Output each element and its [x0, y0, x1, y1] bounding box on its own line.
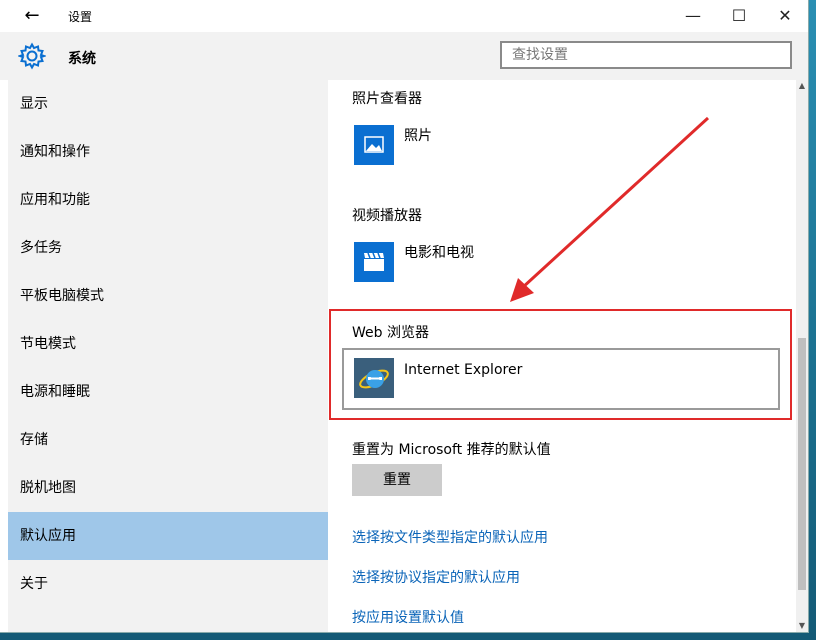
reset-label: 重置为 Microsoft 推荐的默认值 [352, 442, 551, 458]
sidebar-item-notifications[interactable]: 通知和操作 [8, 128, 328, 176]
video-player-label: 视频播放器 [352, 208, 422, 224]
link-set-defaults-by-app[interactable]: 按应用设置默认值 [352, 607, 464, 627]
scroll-down-icon[interactable]: ▼ [796, 620, 808, 632]
sidebar-item-apps-features[interactable]: 应用和功能 [8, 176, 328, 224]
link-default-by-protocol[interactable]: 选择按协议指定的默认应用 [352, 567, 520, 587]
back-arrow-icon[interactable]: ← [18, 6, 46, 26]
page-title: 系统 [68, 51, 96, 67]
photos-app-tile [354, 125, 394, 165]
gear-icon [18, 42, 46, 70]
photos-icon [364, 136, 384, 153]
movies-tv-app-name: 电影和电视 [404, 245, 474, 261]
photo-viewer-label: 照片查看器 [352, 91, 422, 107]
vertical-scrollbar[interactable]: ▲ ▼ [796, 80, 808, 632]
maximize-button[interactable]: ☐ [716, 0, 762, 32]
minimize-button[interactable]: — [670, 0, 716, 32]
annotation-highlight-box [329, 309, 792, 420]
movies-tv-app-tile [354, 242, 394, 282]
close-button[interactable]: ✕ [762, 0, 808, 32]
scroll-up-icon[interactable]: ▲ [796, 80, 808, 92]
sidebar-item-storage[interactable]: 存储 [8, 416, 328, 464]
video-player-app[interactable]: 电影和电视 [352, 242, 552, 286]
sidebar-item-battery-saver[interactable]: 节电模式 [8, 320, 328, 368]
search-input[interactable] [500, 41, 792, 69]
sidebar-item-power-sleep[interactable]: 电源和睡眠 [8, 368, 328, 416]
settings-window: ← 设置 — ☐ ✕ 系统 显示 通知和操作 应用和功能 多任务 平板电脑模式 … [0, 0, 809, 633]
link-default-by-file-type[interactable]: 选择按文件类型指定的默认应用 [352, 527, 548, 547]
photo-viewer-app[interactable]: 照片 [352, 125, 552, 169]
photos-app-name: 照片 [404, 128, 432, 144]
title-bar: ← 设置 — ☐ ✕ [0, 0, 808, 32]
film-clapper-icon [364, 252, 384, 271]
reset-button[interactable]: 重置 [352, 464, 442, 496]
sidebar-item-tablet-mode[interactable]: 平板电脑模式 [8, 272, 328, 320]
sidebar-item-display[interactable]: 显示 [8, 80, 328, 128]
window-title: 设置 [68, 10, 93, 24]
sidebar: 显示 通知和操作 应用和功能 多任务 平板电脑模式 节电模式 电源和睡眠 存储 … [8, 80, 328, 632]
sidebar-item-multitasking[interactable]: 多任务 [8, 224, 328, 272]
sidebar-item-about[interactable]: 关于 [8, 560, 328, 608]
sidebar-item-offline-maps[interactable]: 脱机地图 [8, 464, 328, 512]
sidebar-item-default-apps[interactable]: 默认应用 [8, 512, 328, 560]
page-header: 系统 [0, 32, 808, 94]
scroll-thumb[interactable] [798, 338, 806, 590]
